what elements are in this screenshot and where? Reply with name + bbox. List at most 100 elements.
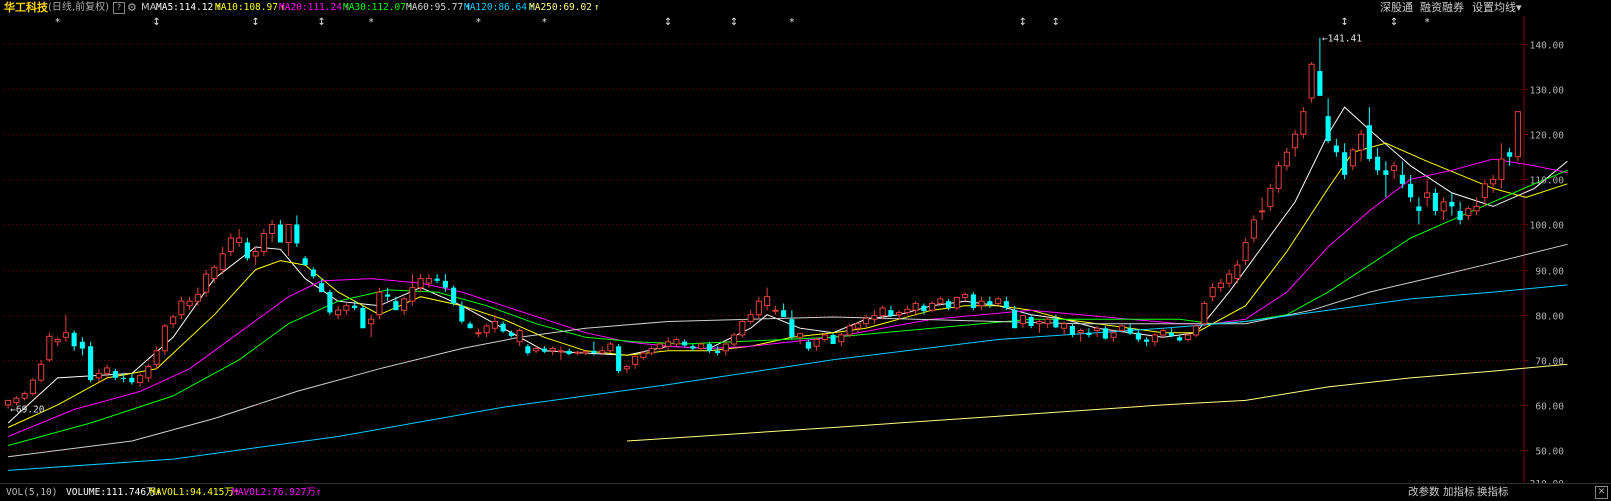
- candle[interactable]: [871, 310, 878, 324]
- event-markers[interactable]: * ↕ ↕ ↕ * * * ↕ ↕ * ↕ ↕ ↕ ↕ *: [55, 17, 1430, 28]
- event-marker-icon[interactable]: ↕: [251, 17, 259, 28]
- candle[interactable]: [129, 373, 135, 385]
- menu-hk-connect[interactable]: 深股通: [1380, 1, 1413, 15]
- candle[interactable]: [1069, 323, 1075, 338]
- period-label[interactable]: (日线,前复权): [48, 1, 109, 15]
- event-marker-icon[interactable]: ↕: [1052, 17, 1060, 28]
- candle[interactable]: [747, 310, 754, 324]
- candle[interactable]: [673, 337, 680, 347]
- event-marker-icon[interactable]: *: [55, 17, 60, 28]
- candle[interactable]: [1366, 107, 1372, 162]
- candle[interactable]: [1465, 206, 1472, 220]
- candle[interactable]: [409, 274, 416, 306]
- candle[interactable]: [244, 237, 250, 261]
- candle[interactable]: [953, 296, 960, 311]
- candle[interactable]: [1036, 319, 1043, 333]
- candle[interactable]: [170, 314, 177, 329]
- candle[interactable]: [962, 292, 969, 302]
- candle[interactable]: [277, 219, 283, 243]
- candle[interactable]: [987, 296, 993, 308]
- candle[interactable]: [549, 346, 556, 356]
- candle[interactable]: [451, 285, 457, 306]
- candle[interactable]: [772, 305, 779, 315]
- candle[interactable]: [104, 364, 111, 378]
- event-marker-icon[interactable]: ↕: [1019, 17, 1027, 28]
- candle[interactable]: [302, 256, 308, 266]
- candle[interactable]: [781, 303, 787, 317]
- candle[interactable]: [434, 274, 440, 284]
- candle[interactable]: [29, 377, 36, 396]
- candle[interactable]: [376, 287, 383, 320]
- candle[interactable]: [1481, 179, 1488, 207]
- candle[interactable]: [71, 330, 77, 351]
- candle[interactable]: [1144, 337, 1150, 347]
- help-icon[interactable]: ?: [113, 2, 125, 14]
- candle[interactable]: [1086, 328, 1092, 338]
- candle[interactable]: [978, 296, 985, 311]
- candle[interactable]: [1449, 192, 1455, 216]
- candle[interactable]: [1135, 330, 1141, 342]
- candle[interactable]: [1226, 269, 1233, 288]
- candle[interactable]: [401, 296, 408, 315]
- candle[interactable]: [145, 364, 152, 383]
- candle[interactable]: [690, 344, 696, 351]
- candle[interactable]: [327, 289, 333, 315]
- candle[interactable]: [566, 348, 572, 356]
- candle[interactable]: [112, 368, 118, 381]
- event-marker-icon[interactable]: ↕: [152, 17, 160, 28]
- candle[interactable]: [360, 305, 366, 329]
- candle[interactable]: [186, 296, 193, 311]
- candle[interactable]: [343, 303, 350, 315]
- candle[interactable]: [1507, 147, 1513, 166]
- candle[interactable]: [1201, 301, 1208, 326]
- candle[interactable]: [1283, 147, 1290, 171]
- candle[interactable]: [219, 247, 226, 275]
- candle[interactable]: [1358, 129, 1365, 162]
- stock-name[interactable]: 华工科技: [4, 1, 48, 15]
- candle[interactable]: [764, 287, 771, 311]
- candle[interactable]: [1160, 328, 1167, 338]
- candle[interactable]: [1044, 316, 1051, 329]
- candle[interactable]: [194, 287, 201, 306]
- event-marker-icon[interactable]: ↕: [1340, 17, 1348, 28]
- candle[interactable]: [1308, 62, 1315, 103]
- event-marker-icon[interactable]: *: [476, 17, 481, 28]
- candle[interactable]: [1514, 111, 1521, 162]
- edit-params-button[interactable]: 改参数: [1408, 486, 1440, 499]
- menu-ma-settings[interactable]: 设置均线▾: [1472, 1, 1522, 15]
- candle[interactable]: [54, 337, 61, 347]
- candle[interactable]: [475, 328, 482, 338]
- candle[interactable]: [888, 305, 894, 317]
- candle[interactable]: [1168, 328, 1174, 338]
- candle[interactable]: [1127, 323, 1133, 336]
- candle[interactable]: [516, 328, 523, 347]
- candle[interactable]: [1498, 143, 1505, 189]
- candle[interactable]: [1440, 197, 1447, 220]
- candle[interactable]: [1300, 107, 1307, 139]
- candle[interactable]: [1317, 37, 1323, 96]
- event-marker-icon[interactable]: *: [542, 17, 547, 28]
- candle[interactable]: [368, 314, 375, 338]
- candle[interactable]: [632, 355, 639, 369]
- candle[interactable]: [1457, 201, 1463, 225]
- event-marker-icon[interactable]: ↕: [317, 17, 325, 28]
- candle[interactable]: [1292, 129, 1299, 157]
- candle[interactable]: [95, 368, 102, 383]
- candle[interactable]: [1424, 179, 1431, 207]
- candle[interactable]: [838, 332, 845, 347]
- candle[interactable]: [46, 332, 53, 363]
- candle[interactable]: [1342, 143, 1348, 180]
- candlestick-chart[interactable]: * ↕ ↕ ↕ * * * ↕ ↕ * ↕ ↕ ↕ ↕ * ←69.20 ←141.41 50.00 60.00…: [0, 16, 1611, 483]
- candle[interactable]: [1490, 174, 1497, 193]
- event-marker-icon[interactable]: *: [369, 17, 374, 28]
- volume-indicator-name[interactable]: VOL(5,10): [6, 486, 57, 499]
- candle[interactable]: [294, 215, 300, 248]
- gear-icon[interactable]: ⚙: [127, 1, 137, 15]
- candle[interactable]: [1259, 197, 1266, 220]
- candle[interactable]: [21, 391, 28, 401]
- event-marker-icon[interactable]: ↕: [664, 17, 672, 28]
- candle[interactable]: [500, 321, 506, 333]
- candle[interactable]: [1193, 323, 1200, 338]
- candle[interactable]: [1391, 161, 1398, 180]
- candle[interactable]: [525, 344, 531, 356]
